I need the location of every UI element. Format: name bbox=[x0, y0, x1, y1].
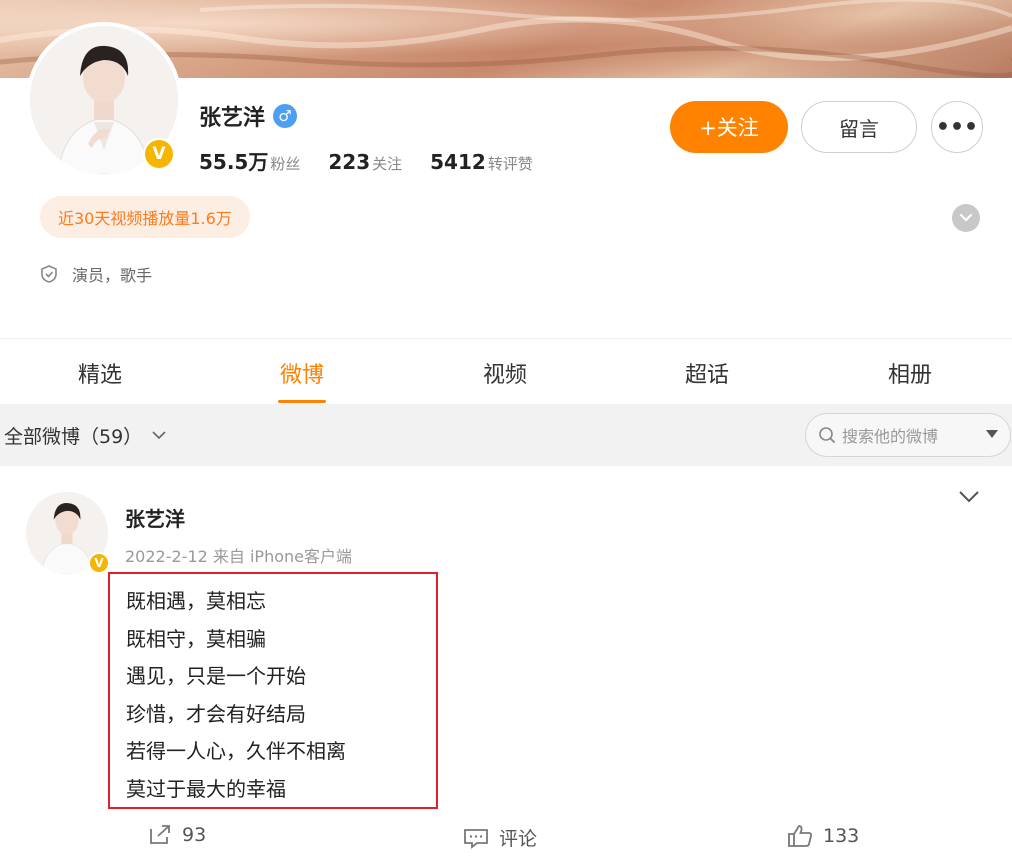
stat-label: 转评赞 bbox=[487, 155, 533, 173]
tab-video[interactable]: 视频 bbox=[445, 357, 565, 389]
post-line: 既相守，莫相骗 bbox=[126, 626, 266, 651]
tab-weibo[interactable]: 微博 bbox=[242, 357, 362, 389]
repost-icon bbox=[150, 825, 170, 844]
male-icon: ♂ bbox=[273, 104, 298, 128]
comment-button[interactable]: 评论 bbox=[463, 824, 537, 851]
thumbs-up-icon bbox=[788, 825, 812, 847]
shield-icon bbox=[41, 265, 57, 283]
feed-filter-bar: 全部微博（59） 搜索他的微博 bbox=[0, 404, 1012, 466]
verified-badge-icon: V bbox=[88, 552, 110, 574]
tab-super-topic[interactable]: 超话 bbox=[647, 357, 767, 389]
chevron-down-icon[interactable] bbox=[958, 490, 980, 504]
profile-name: 张艺洋 ♂ bbox=[199, 100, 298, 132]
stat-label: 关注 bbox=[372, 155, 403, 173]
tab-featured[interactable]: 精选 bbox=[40, 357, 160, 389]
post-line: 莫过于最大的幸福 bbox=[126, 776, 286, 801]
profile-occupation: 演员，歌手 bbox=[40, 262, 152, 286]
like-button[interactable]: 133 bbox=[787, 824, 859, 848]
post-actions: 93 评论 133 bbox=[0, 822, 1012, 858]
active-tab-indicator bbox=[278, 400, 326, 403]
stat-interactions[interactable]: 5412 转评赞 bbox=[430, 150, 533, 174]
expand-profile-button[interactable] bbox=[952, 204, 980, 232]
stat-value: 5412 bbox=[430, 150, 486, 174]
caret-down-icon[interactable] bbox=[986, 429, 998, 439]
post-line: 若得一人心，久伴不相离 bbox=[126, 739, 346, 764]
comment-icon bbox=[464, 828, 488, 849]
stat-value: 223 bbox=[328, 150, 371, 174]
more-options-button[interactable]: ••• bbox=[931, 101, 983, 153]
comment-label: 评论 bbox=[499, 828, 538, 850]
repost-button[interactable]: 93 bbox=[148, 824, 206, 846]
search-input[interactable]: 搜索他的微博 bbox=[805, 413, 1011, 457]
video-plays-tag: 近30天视频播放量1.6万 bbox=[40, 196, 250, 238]
profile-tabs: 精选 微博 视频 超话 相册 bbox=[0, 338, 1012, 405]
search-icon bbox=[819, 427, 836, 444]
stat-label: 粉丝 bbox=[270, 155, 301, 173]
follow-button[interactable]: +关注 bbox=[670, 101, 788, 153]
stat-followers[interactable]: 55.5万 粉丝 bbox=[199, 146, 300, 175]
post-line: 遇见，只是一个开始 bbox=[126, 664, 306, 689]
chevron-down-icon bbox=[152, 431, 166, 440]
repost-count: 93 bbox=[182, 824, 207, 846]
feed-filter-dropdown[interactable]: 全部微博（59） bbox=[4, 422, 166, 449]
like-count: 133 bbox=[823, 825, 860, 847]
occupation-text: 演员，歌手 bbox=[72, 266, 153, 285]
search-placeholder: 搜索他的微博 bbox=[842, 427, 939, 446]
tab-album[interactable]: 相册 bbox=[850, 357, 970, 389]
chevron-down-icon bbox=[959, 213, 973, 222]
post-content-highlight: 既相遇，莫相忘 既相守，莫相骗 遇见，只是一个开始 珍惜，才会有好结局 若得一人… bbox=[108, 572, 438, 809]
post-author-name[interactable]: 张艺洋 bbox=[125, 503, 185, 532]
profile-name-text: 张艺洋 bbox=[199, 106, 266, 131]
post-line: 既相遇，莫相忘 bbox=[126, 589, 266, 613]
verified-badge-icon: V bbox=[143, 138, 175, 170]
post-line: 珍惜，才会有好结局 bbox=[126, 701, 306, 726]
stat-value: 55.5万 bbox=[199, 150, 269, 174]
stat-following[interactable]: 223 关注 bbox=[328, 150, 402, 174]
profile-stats: 55.5万 粉丝 223 关注 5412 转评赞 bbox=[199, 146, 533, 175]
feed-filter-label: 全部微博（59） bbox=[4, 426, 143, 448]
post-meta: 2022-2-12 来自 iPhone客户端 bbox=[125, 547, 352, 566]
message-button[interactable]: 留言 bbox=[801, 101, 917, 153]
